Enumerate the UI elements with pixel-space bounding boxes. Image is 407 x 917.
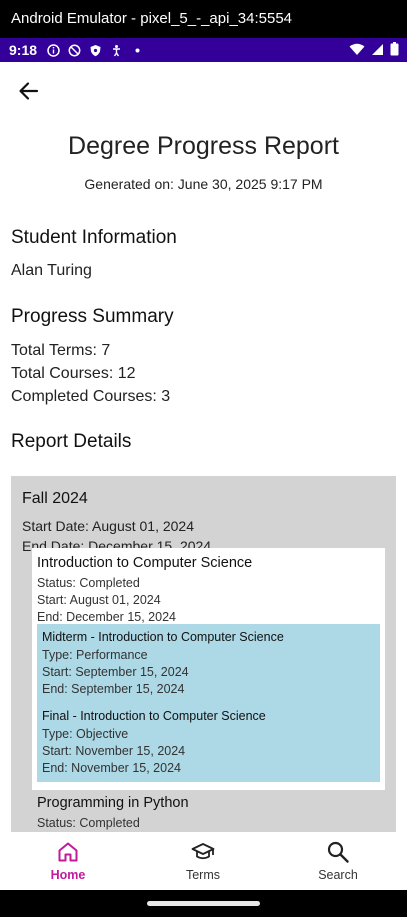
course-status: Status: Completed bbox=[37, 576, 140, 590]
window-title: Android Emulator - pixel_5_-_api_34:5554 bbox=[0, 0, 407, 38]
notification-dot-icon bbox=[131, 44, 144, 57]
search-icon bbox=[327, 841, 349, 863]
assessment-type: Type: Objective bbox=[42, 727, 129, 741]
term-start-date: Start Date: August 01, 2024 bbox=[22, 518, 195, 534]
term-name: Fall 2024 bbox=[22, 490, 88, 507]
shield-icon bbox=[89, 44, 102, 57]
generated-timestamp: Generated on: June 30, 2025 9:17 PM bbox=[84, 176, 323, 192]
progress-summary-heading: Progress Summary bbox=[11, 306, 174, 327]
cell-signal-icon bbox=[371, 43, 384, 59]
nav-home[interactable]: Home bbox=[0, 832, 136, 890]
home-gesture-handle[interactable] bbox=[147, 901, 260, 906]
course-title: Programming in Python bbox=[37, 795, 189, 811]
nav-search[interactable]: Search bbox=[270, 832, 406, 890]
system-navigation-bar bbox=[0, 890, 407, 917]
nav-terms[interactable]: Terms bbox=[135, 832, 271, 890]
wifi-icon bbox=[349, 43, 365, 59]
assessment-start: Start: September 15, 2024 bbox=[42, 665, 189, 679]
assessment-start: Start: November 15, 2024 bbox=[42, 744, 186, 758]
total-courses: Total Courses: 12 bbox=[11, 365, 136, 382]
completed-courses: Completed Courses: 3 bbox=[11, 388, 171, 405]
assessment-title: Midterm - Introduction to Computer Scien… bbox=[42, 630, 284, 644]
status-time: 9:18 bbox=[9, 42, 38, 58]
graduation-cap-icon bbox=[191, 843, 215, 860]
back-button[interactable] bbox=[16, 78, 42, 104]
student-name: Alan Turing bbox=[11, 262, 92, 279]
battery-icon bbox=[390, 42, 399, 59]
nav-search-label: Search bbox=[318, 868, 358, 882]
arrow-left-icon bbox=[19, 82, 39, 100]
nav-home-label: Home bbox=[50, 868, 86, 882]
assessment-end: End: November 15, 2024 bbox=[42, 761, 181, 775]
page-title: Degree Progress Report bbox=[68, 132, 339, 160]
course-end: End: December 15, 2024 bbox=[37, 610, 176, 624]
accessibility-icon bbox=[110, 44, 123, 57]
assessment-title: Final - Introduction to Computer Science bbox=[42, 709, 266, 723]
course-status: Status: Completed bbox=[37, 816, 140, 830]
report-screen: Degree Progress Report Generated on: Jun… bbox=[0, 62, 407, 890]
report-details-heading: Report Details bbox=[11, 431, 132, 452]
course-title: Introduction to Computer Science bbox=[37, 555, 253, 571]
course-card: Introduction to Computer Science Status:… bbox=[32, 548, 385, 830]
assessment-list: Midterm - Introduction to Computer Scien… bbox=[37, 624, 380, 782]
total-terms: Total Terms: 7 bbox=[11, 342, 111, 359]
term-card: Fall 2024 Start Date: August 01, 2024 En… bbox=[11, 476, 396, 836]
course-start: Start: August 01, 2024 bbox=[37, 593, 161, 607]
student-info-heading: Student Information bbox=[11, 227, 177, 248]
assessment-end: End: September 15, 2024 bbox=[42, 682, 185, 696]
no-sync-icon bbox=[68, 44, 81, 57]
assessment-type: Type: Performance bbox=[42, 648, 148, 662]
bottom-navigation: Home Terms Search bbox=[0, 832, 407, 890]
info-icon bbox=[47, 43, 60, 57]
home-icon bbox=[58, 842, 78, 862]
status-bar: 9:18 bbox=[0, 38, 407, 62]
nav-terms-label: Terms bbox=[185, 868, 221, 882]
